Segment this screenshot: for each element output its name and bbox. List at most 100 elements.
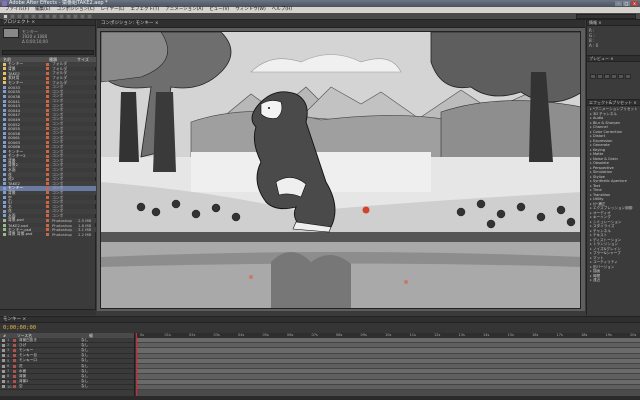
label-color-swatch[interactable] (46, 196, 49, 200)
visibility-eye-icon[interactable] (2, 380, 5, 384)
visibility-eye-icon[interactable] (2, 374, 5, 378)
time-ruler[interactable]: 0s 01s 02s 03s 04s 05s 06s 07s 08s 09s 10s 11s 12s 13… (136, 333, 640, 338)
hand-tool-icon[interactable] (10, 13, 15, 19)
last-frame-button-icon[interactable] (618, 74, 624, 79)
label-color-swatch[interactable] (46, 99, 49, 103)
visibility-eye-icon[interactable] (2, 338, 5, 342)
first-frame-button-icon[interactable] (590, 74, 596, 79)
visibility-eye-icon[interactable] (2, 364, 5, 368)
label-color-swatch[interactable] (46, 228, 49, 232)
visibility-eye-icon[interactable] (2, 369, 5, 373)
label-color-swatch[interactable] (46, 191, 49, 195)
layer-label-color[interactable] (13, 348, 16, 352)
label-color-swatch[interactable] (46, 127, 49, 131)
label-color-swatch[interactable] (46, 71, 49, 75)
label-color-swatch[interactable] (46, 90, 49, 94)
project-item[interactable]: 背景 背景.psd Photoshop 2.2 MB (0, 231, 96, 237)
label-color-swatch[interactable] (46, 159, 49, 163)
label-color-swatch[interactable] (46, 94, 49, 98)
label-color-swatch[interactable] (46, 81, 49, 85)
timeline-scrollbar[interactable] (0, 396, 640, 400)
selection-tool-icon[interactable] (3, 13, 8, 19)
maximize-button[interactable]: □ (623, 1, 630, 6)
visibility-eye-icon[interactable] (2, 348, 5, 352)
label-color-swatch[interactable] (46, 173, 49, 177)
timeline-track-area[interactable]: 0s 01s 02s 03s 04s 05s 06s 07s 08s 09s 10s 11s 12s 13… (136, 333, 640, 400)
label-color-swatch[interactable] (46, 154, 49, 158)
eraser-tool-icon[interactable] (80, 13, 85, 19)
close-button[interactable]: × (631, 1, 638, 6)
label-color-swatch[interactable] (46, 62, 49, 66)
label-color-swatch[interactable] (46, 131, 49, 135)
label-color-swatch[interactable] (46, 85, 49, 89)
layer-label-color[interactable] (13, 359, 16, 363)
camera-tool-icon[interactable] (31, 13, 36, 19)
effects-presets-tab[interactable]: エフェクト&プリセット × (587, 100, 640, 106)
pen-tool-icon[interactable] (52, 13, 57, 19)
label-color-swatch[interactable] (46, 232, 49, 236)
label-color-swatch[interactable] (46, 163, 49, 167)
next-frame-button-icon[interactable] (611, 74, 617, 79)
image-file-icon (3, 223, 6, 227)
puppet-tool-icon[interactable] (87, 13, 92, 19)
label-color-swatch[interactable] (46, 200, 49, 204)
mask-tool-icon[interactable] (45, 13, 50, 19)
visibility-eye-icon[interactable] (2, 385, 5, 389)
visibility-eye-icon[interactable] (2, 343, 5, 347)
label-color-swatch[interactable] (46, 108, 49, 112)
effect-category[interactable]: 遠近 (587, 278, 640, 283)
label-color-swatch[interactable] (46, 218, 49, 222)
layer-label-color[interactable] (13, 343, 16, 347)
layer-label-color[interactable] (13, 380, 16, 384)
label-color-swatch[interactable] (46, 223, 49, 227)
label-color-swatch[interactable] (46, 168, 49, 172)
effect-category[interactable]: *アニメーションプリセット (587, 107, 640, 112)
label-color-swatch[interactable] (46, 205, 49, 209)
label-color-swatch[interactable] (46, 182, 49, 186)
label-color-swatch[interactable] (46, 209, 49, 213)
label-color-swatch[interactable] (46, 214, 49, 218)
brush-tool-icon[interactable] (66, 13, 71, 19)
clone-stamp-tool-icon[interactable] (73, 13, 78, 19)
layer-row[interactable]: 10 空なし (0, 384, 134, 390)
layer-label-color[interactable] (13, 354, 16, 358)
layer-label-color[interactable] (13, 338, 16, 342)
composition-canvas[interactable] (100, 31, 581, 309)
layer-label-color[interactable] (13, 385, 16, 389)
label-color-swatch[interactable] (46, 150, 49, 154)
workspace-selector[interactable] (576, 14, 636, 19)
timeline-tab[interactable]: モンキー × (0, 317, 640, 323)
label-color-swatch[interactable] (46, 145, 49, 149)
label-color-swatch[interactable] (46, 136, 49, 140)
pan-behind-tool-icon[interactable] (38, 13, 43, 19)
project-panel-tab[interactable]: プロジェクト × (0, 20, 95, 26)
previous-frame-button-icon[interactable] (597, 74, 603, 79)
playhead[interactable] (136, 333, 137, 400)
label-color-swatch[interactable] (46, 186, 49, 190)
label-color-swatch[interactable] (46, 177, 49, 181)
label-color-swatch[interactable] (46, 104, 49, 108)
project-search-input[interactable] (2, 50, 94, 55)
current-timecode[interactable]: 0;00;00;00 (3, 325, 36, 331)
label-color-swatch[interactable] (46, 113, 49, 117)
visibility-eye-icon[interactable] (2, 354, 5, 358)
effect-category[interactable]: エクスプレッション制御 (587, 206, 640, 211)
layer-parent-select[interactable]: なし (81, 384, 88, 389)
layer-label-color[interactable] (13, 364, 16, 368)
composition-tab[interactable]: コンポジション: モンキー × (97, 20, 585, 28)
minimize-button[interactable]: – (615, 1, 622, 6)
label-color-swatch[interactable] (46, 122, 49, 126)
visibility-eye-icon[interactable] (2, 359, 5, 363)
label-color-swatch[interactable] (46, 117, 49, 121)
rotate-tool-icon[interactable] (24, 13, 29, 19)
text-tool-icon[interactable] (59, 13, 64, 19)
label-color-swatch[interactable] (46, 140, 49, 144)
layer-label-color[interactable] (13, 369, 16, 373)
play-button-icon[interactable] (604, 74, 610, 79)
zoom-tool-icon[interactable] (17, 13, 22, 19)
label-color-swatch[interactable] (46, 76, 49, 80)
layer-duration-bar[interactable] (136, 384, 640, 390)
label-color-swatch[interactable] (46, 67, 49, 71)
layer-label-color[interactable] (13, 374, 16, 378)
audio-button-icon[interactable] (625, 74, 631, 79)
